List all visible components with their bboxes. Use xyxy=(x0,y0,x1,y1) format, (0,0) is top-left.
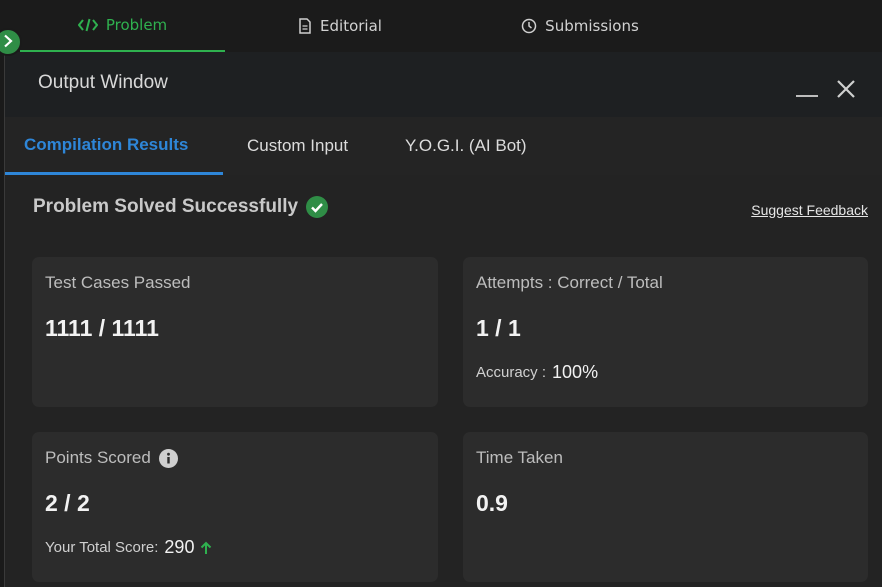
result-status: Problem Solved Successfully xyxy=(33,192,329,222)
time-taken-label: Time Taken xyxy=(476,448,563,467)
output-window-header: Output Window xyxy=(5,52,882,117)
problem-tabs-bar: Problem Editorial Submissions xyxy=(0,0,882,52)
points-value: 2 / 2 xyxy=(45,490,90,516)
accuracy-label: Accuracy : xyxy=(476,364,547,381)
minimize-icon xyxy=(796,83,818,102)
close-icon xyxy=(835,80,857,104)
minimize-button[interactable] xyxy=(795,88,819,102)
points-label-row: Points Scored xyxy=(45,448,178,468)
total-score-label: Your Total Score: xyxy=(45,539,159,556)
tab-compilation-results[interactable]: Compilation Results xyxy=(5,117,223,175)
points-label: Points Scored xyxy=(45,448,151,467)
attempts-label: Attempts : Correct / Total xyxy=(476,273,663,292)
chevron-right-icon xyxy=(2,33,14,52)
tab-submissions[interactable]: Submissions xyxy=(460,0,700,52)
total-score-row: Your Total Score: 290 xyxy=(45,537,212,558)
tab-editorial[interactable]: Editorial xyxy=(240,0,440,52)
output-window-title: Output Window xyxy=(38,72,168,93)
test-cases-label: Test Cases Passed xyxy=(45,273,191,292)
time-taken-value: 0.9 xyxy=(476,490,508,516)
time-taken-card: Time Taken 0.9 xyxy=(463,432,868,582)
arrow-up-icon xyxy=(200,541,212,555)
accuracy-row: Accuracy : 100% xyxy=(476,362,598,383)
clock-icon xyxy=(521,18,537,34)
info-icon[interactable] xyxy=(158,448,178,468)
tab-submissions-label: Submissions xyxy=(545,17,639,35)
document-icon xyxy=(298,18,312,34)
test-cases-card: Test Cases Passed 1111 / 1111 xyxy=(32,257,438,407)
check-circle-icon xyxy=(306,196,329,218)
tab-custom-input[interactable]: Custom Input xyxy=(247,117,348,175)
output-window-tabs: Compilation Results Custom Input Y.O.G.I… xyxy=(5,117,882,175)
attempts-value: 1 / 1 xyxy=(476,315,521,341)
code-icon xyxy=(77,18,98,32)
total-score-value: 290 xyxy=(164,537,195,557)
close-button[interactable] xyxy=(835,78,859,102)
tab-problem[interactable]: Problem xyxy=(20,0,225,52)
tab-editorial-label: Editorial xyxy=(320,17,382,35)
points-card: Points Scored 2 / 2 Your Total Score: 29… xyxy=(32,432,438,582)
attempts-card: Attempts : Correct / Total 1 / 1 Accurac… xyxy=(463,257,868,407)
tab-yogi-ai-bot[interactable]: Y.O.G.I. (AI Bot) xyxy=(405,117,527,175)
test-cases-value: 1111 / 1111 xyxy=(45,315,159,341)
tab-problem-label: Problem xyxy=(105,16,168,34)
output-window: Output Window Compilation Results Custom… xyxy=(4,52,882,587)
suggest-feedback-link[interactable]: Suggest Feedback xyxy=(751,202,868,218)
status-text: Problem Solved Successfully xyxy=(33,196,299,217)
accuracy-value: 100% xyxy=(552,362,599,382)
